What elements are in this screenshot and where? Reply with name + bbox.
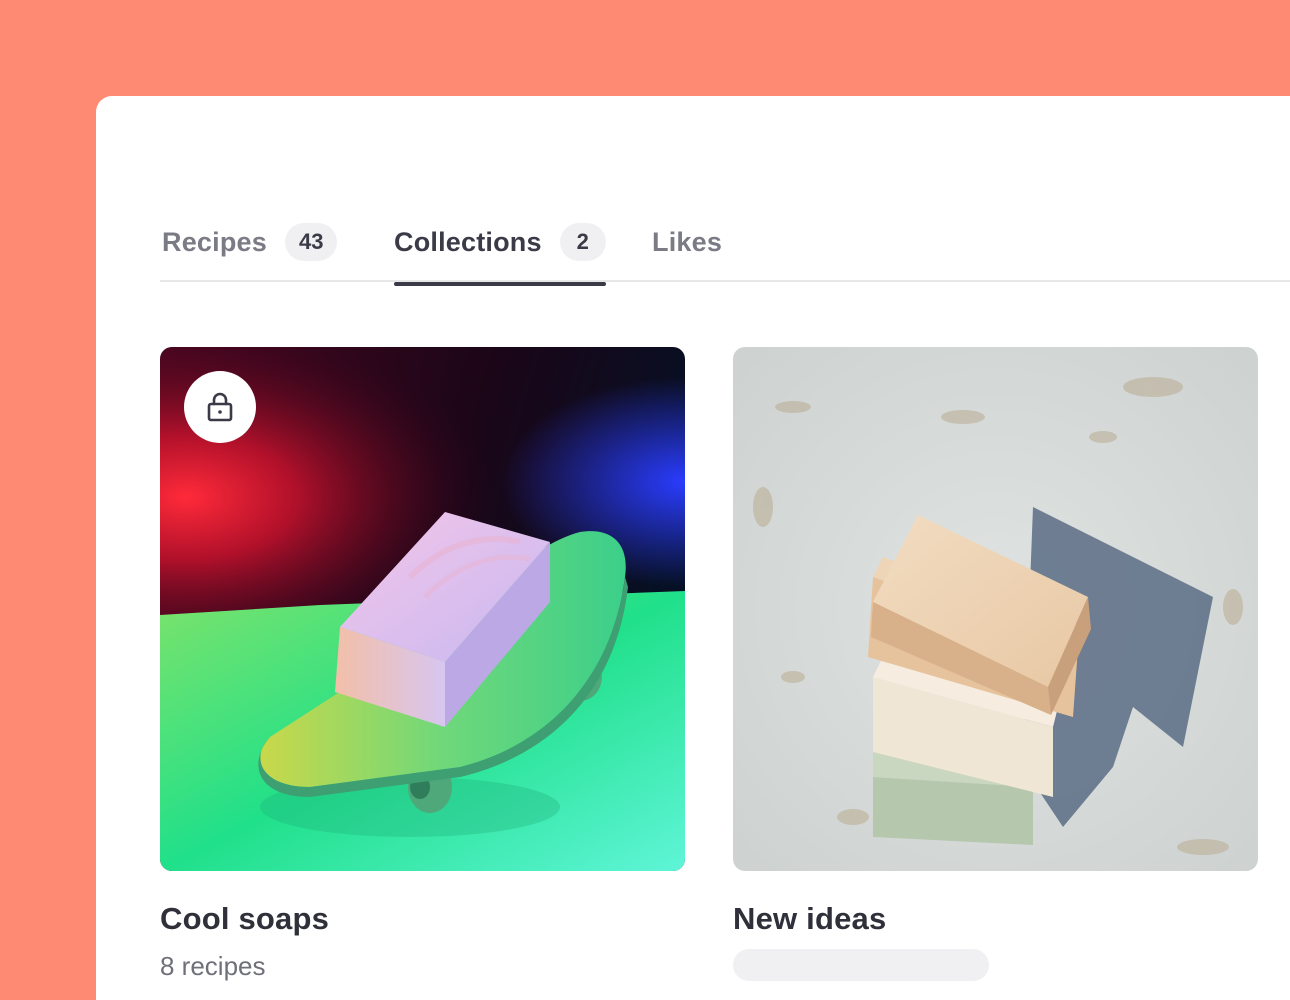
tab-collections[interactable]: Collections 2 [394, 208, 606, 286]
tab-recipes[interactable]: Recipes 43 [162, 208, 338, 276]
collection-recipe-count: 8 recipes [160, 951, 266, 981]
tab-recipes-count: 43 [284, 223, 338, 261]
private-badge [184, 371, 256, 443]
collection-title: New ideas [733, 901, 887, 936]
collection-thumbnail[interactable] [733, 347, 1258, 871]
tab-likes[interactable]: Likes [652, 208, 722, 276]
lock-icon [207, 392, 233, 422]
tab-recipes-label: Recipes [162, 226, 267, 257]
collection-thumbnail[interactable] [160, 347, 685, 871]
collection-title: Cool soaps [160, 901, 330, 936]
tab-likes-label: Likes [652, 226, 723, 257]
tab-collections-count: 2 [559, 223, 606, 261]
collection-card-cool-soaps[interactable]: Cool soaps 8 recipes [160, 347, 685, 982]
profile-panel: Recipes 43 Collections 2 Likes Cool soap… [96, 96, 1290, 1000]
collection-card-new-ideas[interactable]: New ideas [733, 347, 1258, 981]
soap-stack-image [733, 347, 1258, 871]
tab-bar: Recipes 43 Collections 2 Likes [160, 200, 1290, 286]
loading-placeholder [733, 949, 989, 981]
tab-collections-label: Collections [394, 226, 542, 257]
